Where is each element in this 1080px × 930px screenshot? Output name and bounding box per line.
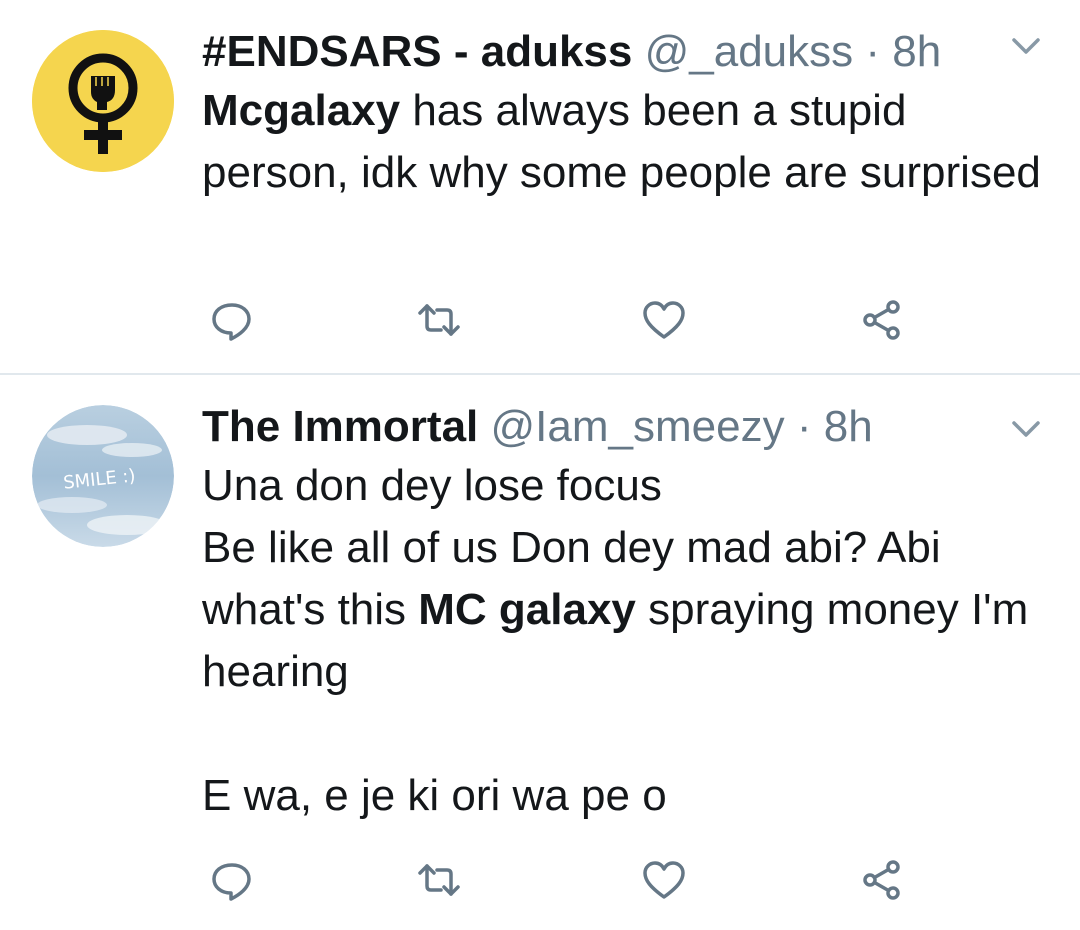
share-icon[interactable] bbox=[852, 850, 912, 910]
like-icon[interactable] bbox=[634, 850, 694, 910]
avatar[interactable] bbox=[32, 30, 174, 172]
timestamp[interactable]: 8h bbox=[824, 402, 873, 451]
reply-icon[interactable] bbox=[202, 850, 262, 910]
mention-bold: Mcgalaxy bbox=[202, 86, 401, 135]
handle[interactable]: @Iam_smeezy bbox=[491, 402, 785, 451]
tweet[interactable]: SMILE :) The Immortal @Iam_smeezy · 8h U… bbox=[0, 375, 1080, 930]
tweet-actions bbox=[202, 290, 922, 350]
mention-bold: MC galaxy bbox=[418, 585, 636, 634]
separator: · bbox=[796, 402, 812, 451]
reply-icon[interactable] bbox=[202, 290, 262, 350]
tweet[interactable]: #ENDSARS - adukss @_adukss · 8h Mcgalaxy… bbox=[0, 0, 1080, 375]
chevron-down-icon[interactable] bbox=[1002, 24, 1050, 68]
tweet-header: #ENDSARS - adukss @_adukss · 8h bbox=[202, 24, 1050, 80]
retweet-icon[interactable] bbox=[409, 850, 469, 910]
like-icon[interactable] bbox=[634, 290, 694, 350]
tweet-content: The Immortal @Iam_smeezy · 8h Una don de… bbox=[202, 399, 1050, 827]
handle[interactable]: @_adukss bbox=[645, 27, 854, 76]
display-name[interactable]: #ENDSARS - adukss bbox=[202, 27, 632, 76]
tweet-text: Una don dey lose focus Be like all of us… bbox=[202, 455, 1050, 827]
retweet-icon[interactable] bbox=[409, 290, 469, 350]
share-icon[interactable] bbox=[852, 290, 912, 350]
tweet-header: The Immortal @Iam_smeezy · 8h bbox=[202, 399, 1050, 455]
sky-clouds-avatar-icon: SMILE :) bbox=[32, 405, 174, 547]
separator: · bbox=[865, 27, 881, 76]
tweet-text: Mcgalaxy has always been a stupid person… bbox=[202, 80, 1050, 204]
display-name[interactable]: The Immortal bbox=[202, 402, 478, 451]
tweet-actions bbox=[202, 850, 922, 910]
timestamp[interactable]: 8h bbox=[892, 27, 941, 76]
chevron-down-icon[interactable] bbox=[1002, 407, 1050, 451]
avatar[interactable]: SMILE :) bbox=[32, 405, 174, 547]
tweet-content: #ENDSARS - adukss @_adukss · 8h Mcgalaxy… bbox=[202, 24, 1050, 204]
feminist-fist-icon bbox=[32, 30, 174, 172]
